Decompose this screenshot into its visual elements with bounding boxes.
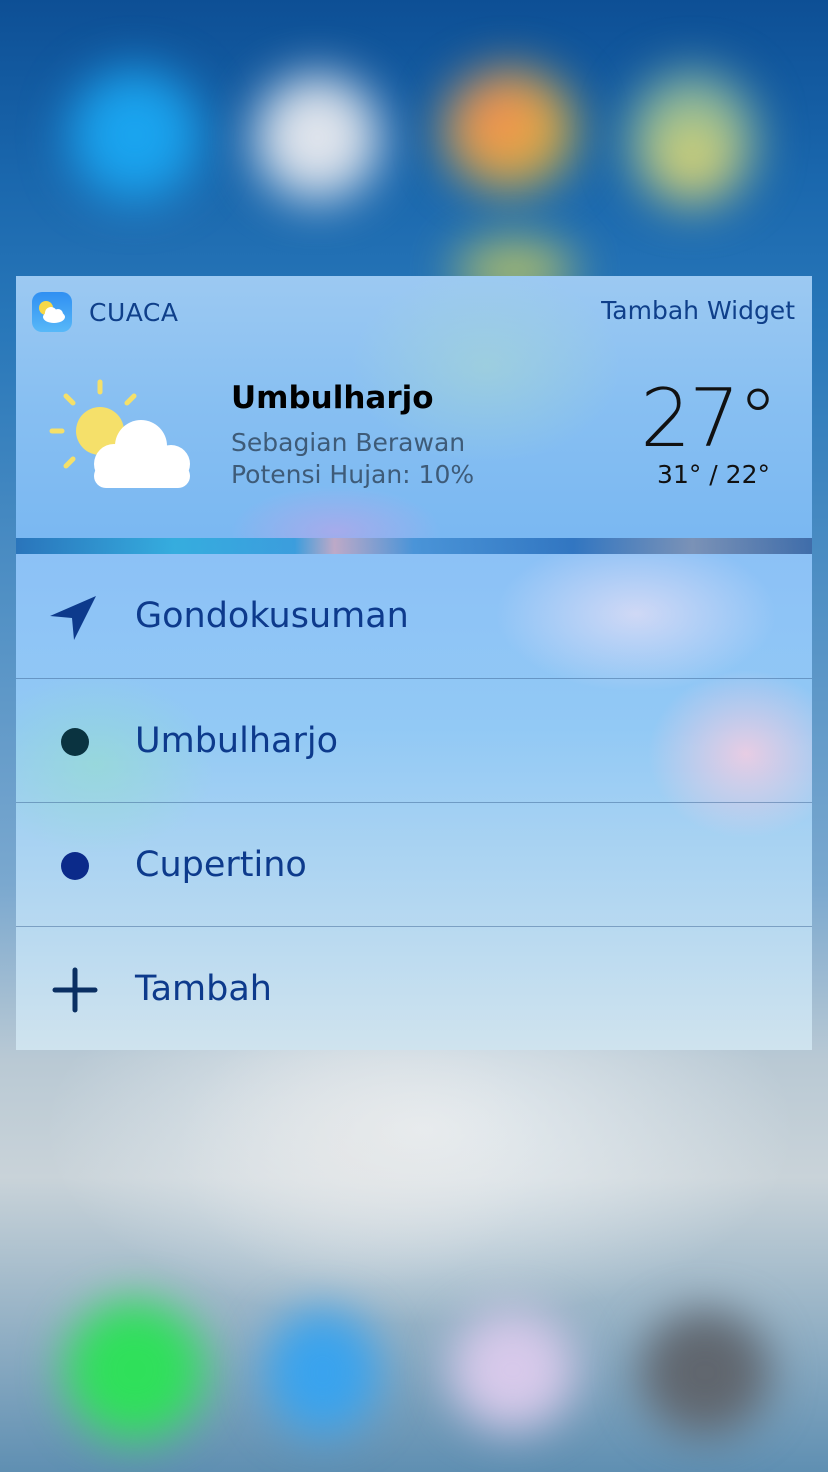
menu-item-label: Gondokusuman — [135, 596, 409, 636]
widget-header: CUACA Tambah Widget — [16, 276, 812, 348]
quick-actions-menu: Gondokusuman Umbulharjo Cupertino Tambah — [16, 554, 812, 1050]
weather-condition: Sebagian Berawan — [231, 428, 466, 457]
blurred-app-icon — [630, 70, 755, 205]
dot-icon — [48, 841, 100, 893]
menu-item-gondokusuman[interactable]: Gondokusuman — [16, 554, 812, 678]
menu-item-label: Cupertino — [135, 845, 307, 885]
blurred-app-icon — [255, 75, 380, 200]
partly-cloudy-icon — [46, 376, 196, 496]
blurred-app-icon — [70, 70, 200, 200]
rain-chance: Potensi Hujan: 10% — [231, 460, 475, 489]
location-arrow-icon — [48, 592, 100, 644]
add-widget-button[interactable]: Tambah Widget — [601, 296, 795, 325]
blurred-app-icon — [445, 70, 575, 190]
blurred-dock-icon — [450, 1310, 575, 1430]
dot-icon — [48, 717, 100, 769]
current-temperature: 27° — [640, 372, 778, 465]
menu-item-label: Umbulharjo — [135, 721, 338, 761]
blurred-dock-icon — [65, 1300, 205, 1440]
menu-item-cupertino[interactable]: Cupertino — [16, 802, 812, 927]
weather-widget[interactable]: CUACA Tambah Widget Umbulharjo Sebagian … — [16, 276, 812, 538]
menu-item-umbulharjo[interactable]: Umbulharjo — [16, 678, 812, 803]
blurred-dock-icon — [265, 1310, 380, 1435]
menu-item-label: Tambah — [135, 969, 272, 1009]
high-low-temperature: 31° / 22° — [657, 460, 770, 489]
blurred-dock-icon — [640, 1310, 770, 1435]
blurred-background-strip — [16, 538, 812, 554]
plus-icon — [48, 965, 100, 1017]
weather-app-icon — [32, 292, 72, 332]
menu-item-tambah[interactable]: Tambah — [16, 926, 812, 1051]
location-name: Umbulharjo — [231, 380, 434, 416]
app-title: CUACA — [89, 298, 179, 327]
